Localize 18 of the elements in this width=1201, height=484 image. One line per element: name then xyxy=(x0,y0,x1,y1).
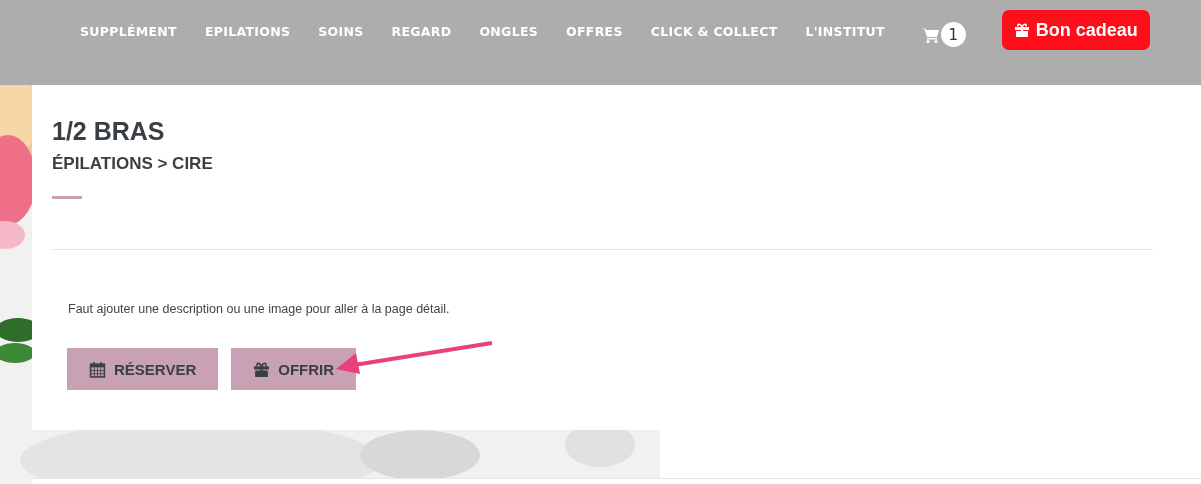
breadcrumb: ÉPILATIONS > CIRE xyxy=(52,154,214,174)
nav-link[interactable]: L'INSTITUT xyxy=(805,24,885,39)
gift-icon xyxy=(1013,22,1030,38)
nav-link[interactable]: SUPPLÉMENT xyxy=(80,24,177,39)
gift-icon xyxy=(253,360,271,378)
description: Faut ajouter une description ou une image pour aller à la page détail. xyxy=(68,302,451,316)
nav-link[interactable]: CLICK & COLLECT xyxy=(650,24,778,39)
nav-link[interactable]: ONGLES xyxy=(479,24,539,39)
nav-link[interactable]: OFFRES xyxy=(566,24,623,39)
book-button[interactable]: RÉSERVER xyxy=(67,348,219,390)
nav-link[interactable]: SOINS xyxy=(318,24,364,39)
gift-card-button[interactable]: Bon cadeau xyxy=(1001,10,1150,50)
nav-link[interactable]: REGARD xyxy=(391,24,452,39)
cart-count: 1 xyxy=(940,22,966,47)
product-title: 1/2 BRAS xyxy=(52,117,166,146)
offer-button[interactable]: OFFRIR xyxy=(231,348,357,390)
nav-link[interactable]: EPILATIONS xyxy=(204,24,291,39)
calendar-icon xyxy=(89,360,106,378)
